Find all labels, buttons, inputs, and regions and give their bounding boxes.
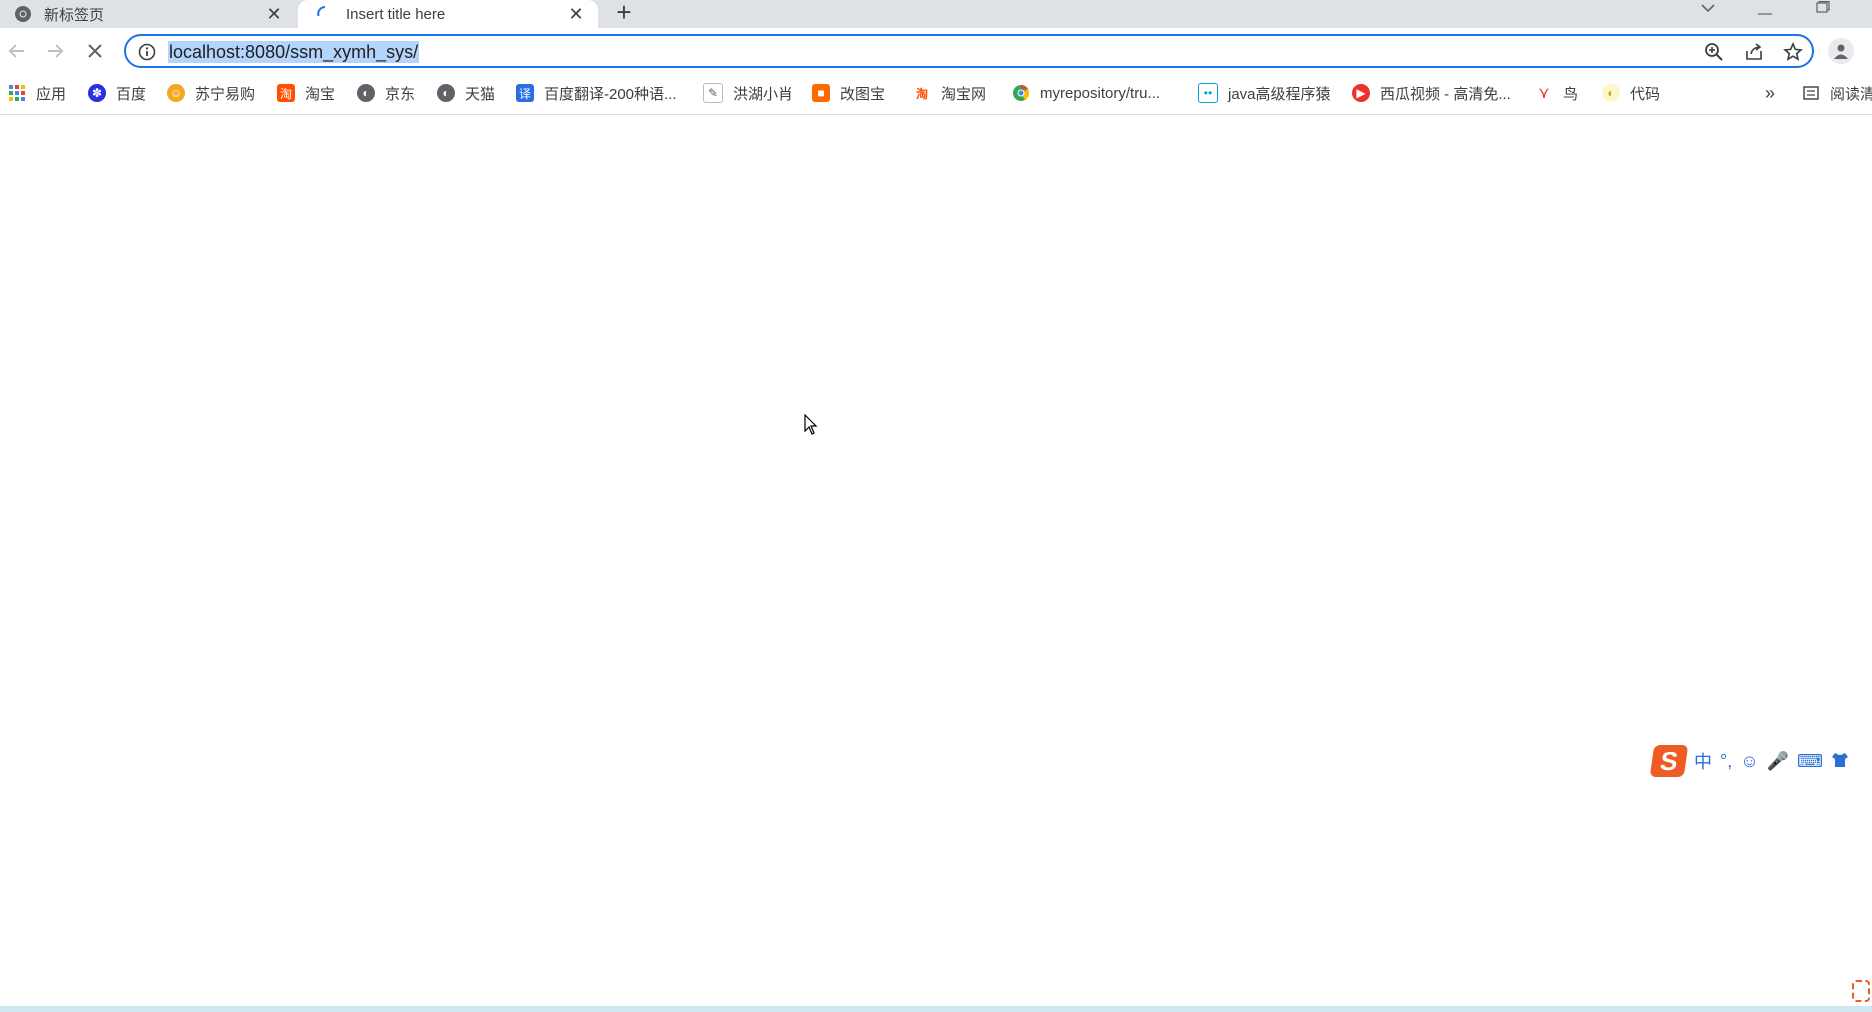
xigua-play-icon: ▶ xyxy=(1352,84,1370,102)
bookmark-label: 天猫 xyxy=(465,85,496,103)
tab-title: 新标签页 xyxy=(44,6,105,24)
address-bar[interactable]: localhost:8080/ssm_xymh_sys/ xyxy=(124,34,1814,68)
ime-skin-icon[interactable] xyxy=(1831,750,1849,773)
page-content xyxy=(0,115,1872,1005)
zoom-icon[interactable] xyxy=(1704,42,1724,67)
bookmark-label: 鸟 xyxy=(1563,85,1579,103)
ime-toolbar[interactable]: S 中 °, ☺ 🎤 ⌨ xyxy=(1649,744,1849,778)
arrow-left-icon xyxy=(8,44,24,58)
taobao-icon: 淘 xyxy=(277,84,295,102)
bookmark-myrepository[interactable]: myrepository/tru... xyxy=(1012,82,1160,104)
ime-chinese-mode[interactable]: 中 xyxy=(1694,748,1712,774)
bookmark-label: 改图宝 xyxy=(840,85,886,103)
tab-strip: 新标签页 ✕ Insert title here ✕ + xyxy=(0,0,1872,28)
sogou-logo-icon: S xyxy=(1649,745,1689,777)
stop-loading-button[interactable] xyxy=(80,36,110,66)
bookmarks-overflow-button[interactable]: » xyxy=(1765,82,1775,104)
bookmark-label: 代码 xyxy=(1630,85,1661,103)
ime-voice-icon[interactable]: 🎤 xyxy=(1767,751,1789,772)
bookmarks-bar: 应用 ✽ 百度 ☺ 苏宁易购 淘 淘宝 ◐ 京东 ◐ 天猫 译 百度翻译-200… xyxy=(0,74,1872,115)
bookmark-tmall[interactable]: ◐ 天猫 xyxy=(437,82,495,104)
translate-icon: 译 xyxy=(516,84,534,102)
ime-punctuation[interactable]: °, xyxy=(1720,751,1732,772)
close-icon xyxy=(88,44,102,58)
info-icon[interactable] xyxy=(138,43,156,66)
arrow-right-icon xyxy=(48,44,64,58)
bookmark-bird[interactable]: ⋎ 鸟 xyxy=(1535,82,1578,104)
bilibili-icon: •• xyxy=(1198,83,1218,103)
tab-new-tab[interactable]: 新标签页 ✕ xyxy=(0,0,296,28)
code-icon: ◐ xyxy=(1602,84,1620,102)
globe-icon: ◐ xyxy=(357,84,375,102)
bookmark-label: 百度 xyxy=(116,85,147,103)
bird-icon: ⋎ xyxy=(1535,84,1553,102)
star-bookmark-icon[interactable] xyxy=(1783,42,1803,67)
bookmark-honghu[interactable]: ✎ 洪湖小肖 xyxy=(703,82,793,104)
ime-keyboard-icon[interactable]: ⌨ xyxy=(1797,751,1823,772)
bookmark-code[interactable]: ◐ 代码 xyxy=(1602,82,1660,104)
gaitubao-icon: ■ xyxy=(812,84,830,102)
bookmark-baidu[interactable]: ✽ 百度 xyxy=(88,82,146,104)
loading-spinner-icon xyxy=(316,5,334,23)
back-button[interactable] xyxy=(2,36,32,66)
baidu-paw-icon: ✽ xyxy=(88,84,106,102)
tab-title: Insert title here xyxy=(346,5,446,23)
bookmark-label: myrepository/tru... xyxy=(1040,84,1161,102)
globe-icon: ◐ xyxy=(437,84,455,102)
suning-icon: ☺ xyxy=(167,84,185,102)
bookmark-taobao[interactable]: 淘 淘宝 xyxy=(277,82,335,104)
bookmark-java[interactable]: •• java高级程序猿 xyxy=(1198,82,1331,104)
bookmark-apps[interactable]: 应用 xyxy=(8,82,66,104)
bookmark-label: 淘宝网 xyxy=(941,85,987,103)
minimize-icon[interactable] xyxy=(1758,4,1772,24)
forward-button[interactable] xyxy=(40,36,70,66)
bookmark-label: 百度翻译-200种语... xyxy=(544,85,677,103)
bookmark-label: 淘宝 xyxy=(305,85,336,103)
bookmark-label: 洪湖小肖 xyxy=(733,85,794,103)
close-tab-icon[interactable]: ✕ xyxy=(564,4,588,25)
restore-icon[interactable] xyxy=(1816,0,1830,20)
reading-list-button[interactable]: 阅读清 xyxy=(1802,82,1872,104)
taobao-tao-icon: 淘 xyxy=(913,84,931,102)
bookmark-baidu-translate[interactable]: 译 百度翻译-200种语... xyxy=(516,82,677,104)
profile-avatar-icon[interactable] xyxy=(1828,38,1854,64)
mouse-cursor-icon xyxy=(804,413,818,441)
bookmark-label: java高级程序猿 xyxy=(1228,85,1331,103)
ime-emoji-icon[interactable]: ☺ xyxy=(1740,751,1758,772)
taskbar-edge xyxy=(0,1006,1872,1012)
bookmark-label: 西瓜视频 - 高清免... xyxy=(1380,85,1511,103)
pen-icon: ✎ xyxy=(703,83,723,103)
chrome-icon xyxy=(1012,84,1030,102)
bookmark-gaitubao[interactable]: ■ 改图宝 xyxy=(812,82,885,104)
chrome-icon xyxy=(14,5,32,23)
bookmark-label: 应用 xyxy=(36,85,67,103)
reading-list-icon xyxy=(1802,84,1820,102)
bookmark-taobao-web[interactable]: 淘 淘宝网 xyxy=(913,82,986,104)
reading-list-label: 阅读清 xyxy=(1830,85,1872,103)
url-text[interactable]: localhost:8080/ssm_xymh_sys/ xyxy=(168,41,420,63)
bookmark-label: 苏宁易购 xyxy=(195,85,256,103)
share-icon[interactable] xyxy=(1744,42,1764,67)
tab-insert-title[interactable]: Insert title here ✕ xyxy=(298,0,598,28)
bookmark-label: 京东 xyxy=(385,85,416,103)
bookmark-jd[interactable]: ◐ 京东 xyxy=(357,82,415,104)
close-tab-icon[interactable]: ✕ xyxy=(262,4,286,25)
tab-search-icon[interactable] xyxy=(1700,0,1716,20)
apps-grid-icon xyxy=(8,84,26,102)
sogou-floating-icon[interactable] xyxy=(1852,980,1870,1002)
bookmark-suning[interactable]: ☺ 苏宁易购 xyxy=(167,82,255,104)
new-tab-button[interactable]: + xyxy=(610,0,638,26)
bookmark-xigua[interactable]: ▶ 西瓜视频 - 高清免... xyxy=(1352,82,1511,104)
